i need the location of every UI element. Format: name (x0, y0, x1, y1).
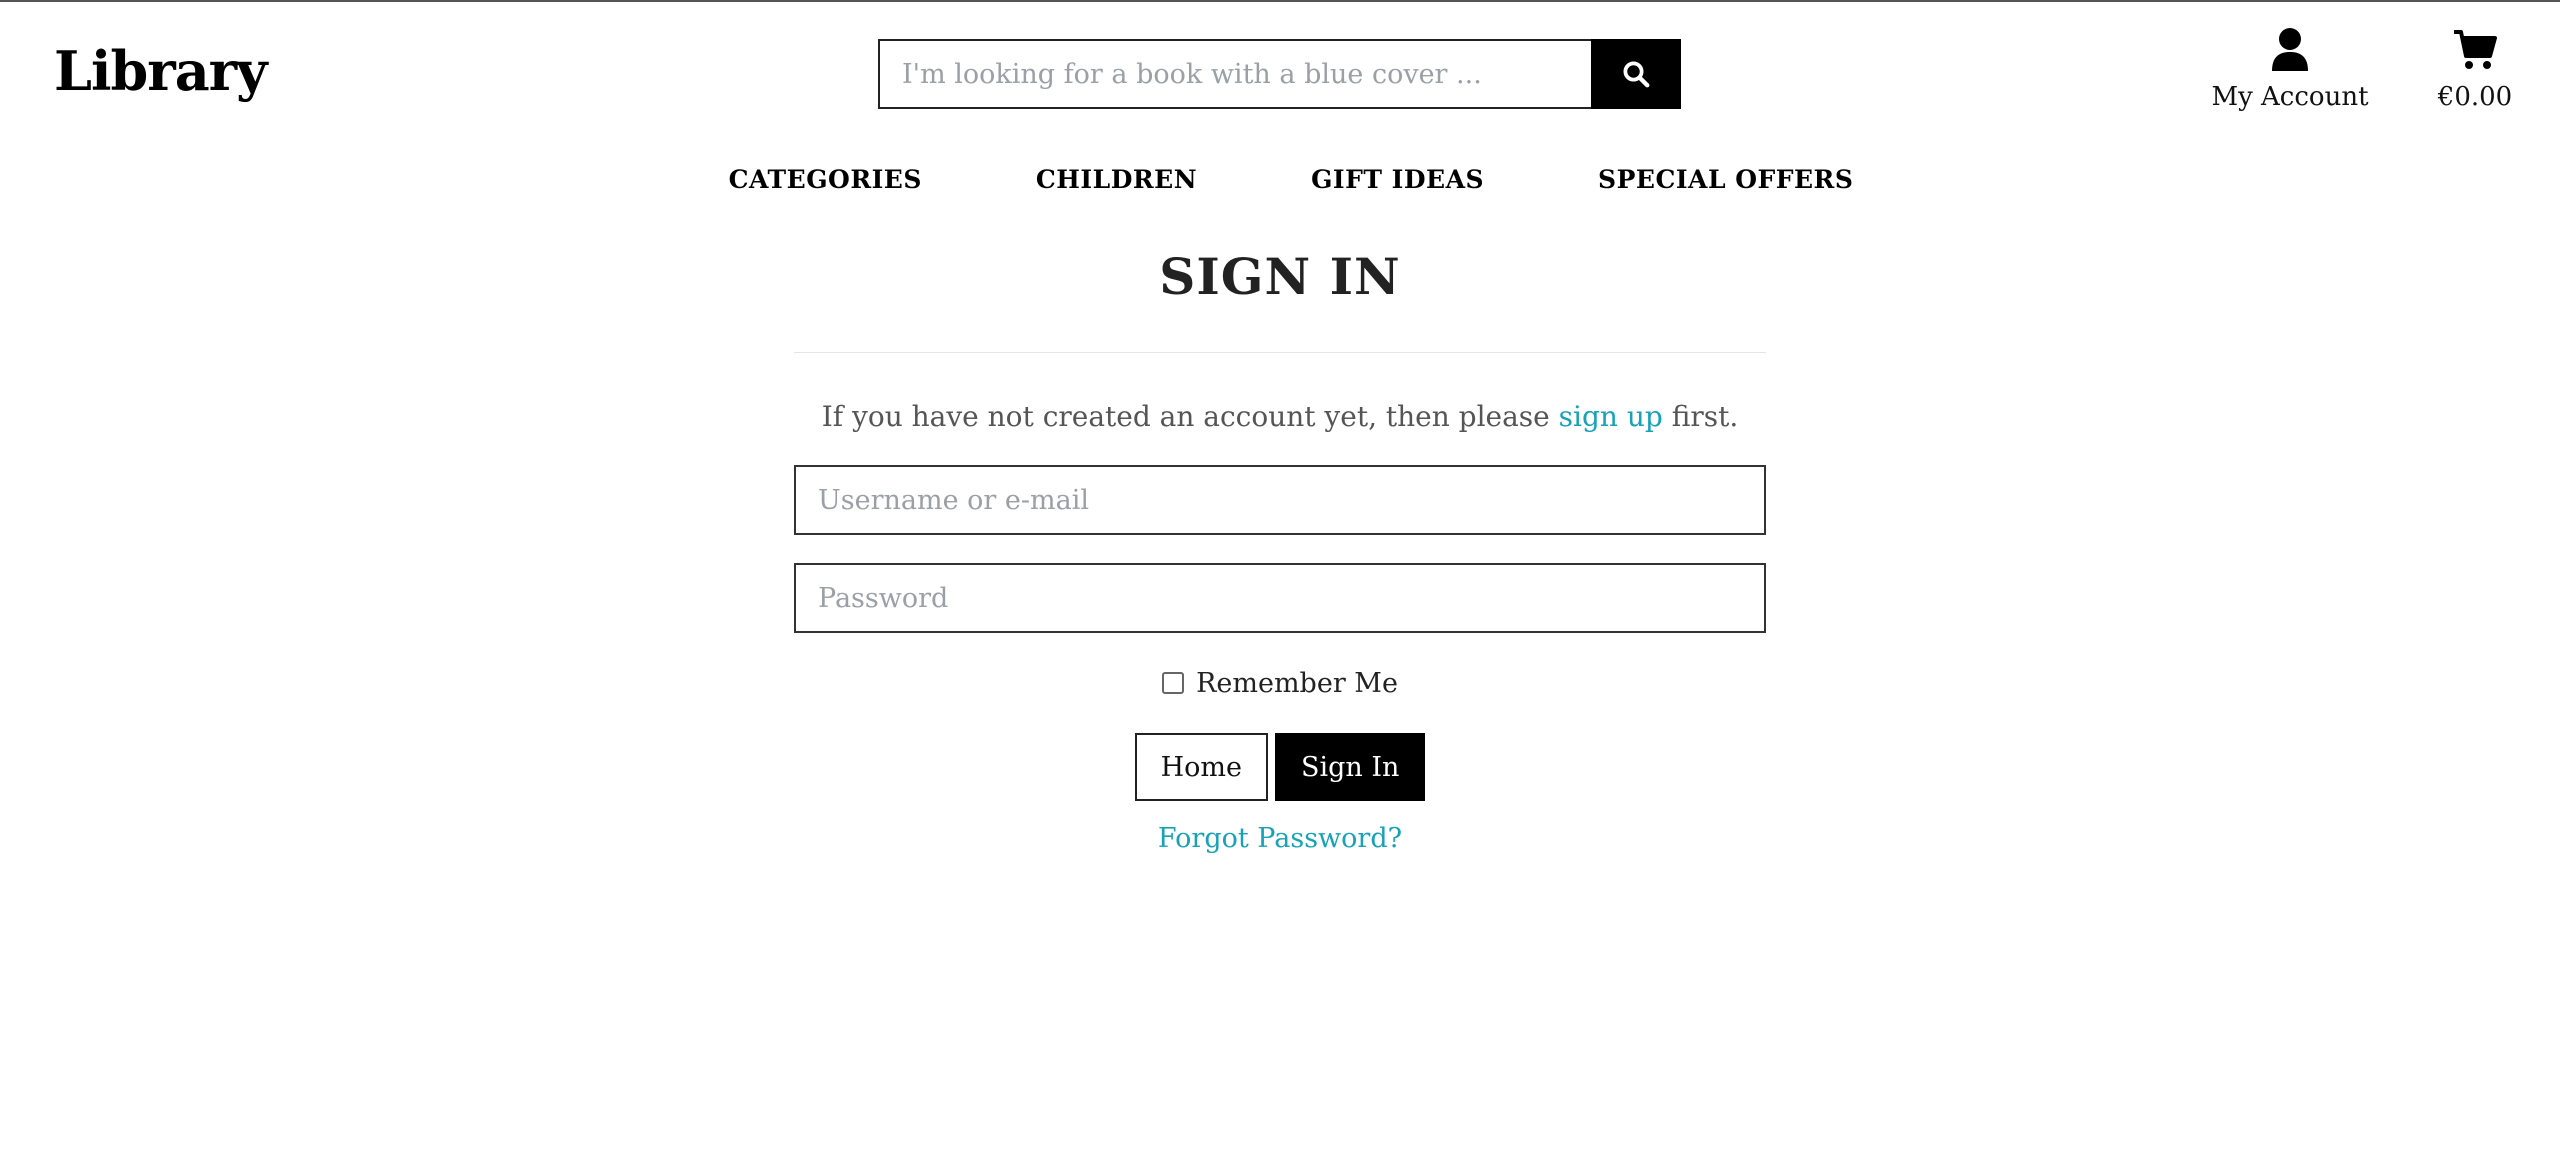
signup-note: If you have not created an account yet, … (794, 397, 1766, 437)
sign-up-link[interactable]: sign up (1559, 400, 1663, 433)
sign-in-button[interactable]: Sign In (1274, 733, 1426, 801)
signup-note-text-before: If you have not created an account yet, … (821, 400, 1559, 433)
remember-me-row: Remember Me (794, 663, 1766, 703)
nav-special-offers[interactable]: Special Offers (1541, 155, 1910, 205)
main-nav: Categories Children Gift Ideas Special O… (0, 155, 2560, 205)
username-field[interactable] (794, 465, 1766, 535)
search-form (878, 39, 1681, 109)
nav-children[interactable]: Children (979, 155, 1254, 205)
nav-categories[interactable]: Categories (672, 155, 979, 205)
remember-me-checkbox[interactable] (1162, 672, 1185, 694)
page-title: SIGN IN (1159, 247, 1401, 306)
cart-icon (2454, 30, 2497, 69)
signup-note-text-after: first. (1662, 400, 1739, 433)
search-icon (1623, 61, 1650, 88)
forgot-password-link[interactable]: Forgot Password? (1158, 823, 1402, 854)
nav-gift-ideas[interactable]: Gift Ideas (1254, 155, 1541, 205)
home-button[interactable]: Home (1134, 733, 1268, 801)
search-input[interactable] (878, 39, 1591, 109)
password-field[interactable] (794, 563, 1766, 633)
title-divider (794, 352, 1766, 353)
signin-section: SIGN IN If you have not created an accou… (794, 230, 1766, 886)
site-header: Library My Account €0.00 (0, 2, 2560, 132)
cart-total: €0.00 (2437, 82, 2513, 112)
my-account-label: My Account (2211, 82, 2369, 112)
forgot-password-row: Forgot Password? (794, 819, 1766, 859)
remember-me-label[interactable]: Remember Me (1196, 668, 1398, 699)
site-logo[interactable]: Library (54, 36, 268, 106)
form-buttons: Home Sign In (794, 733, 1766, 801)
shopping-bag-link[interactable]: €0.00 (2420, 26, 2530, 114)
search-button[interactable] (1591, 39, 1681, 109)
my-account-link[interactable]: My Account (2210, 26, 2370, 114)
user-icon (2272, 28, 2308, 71)
